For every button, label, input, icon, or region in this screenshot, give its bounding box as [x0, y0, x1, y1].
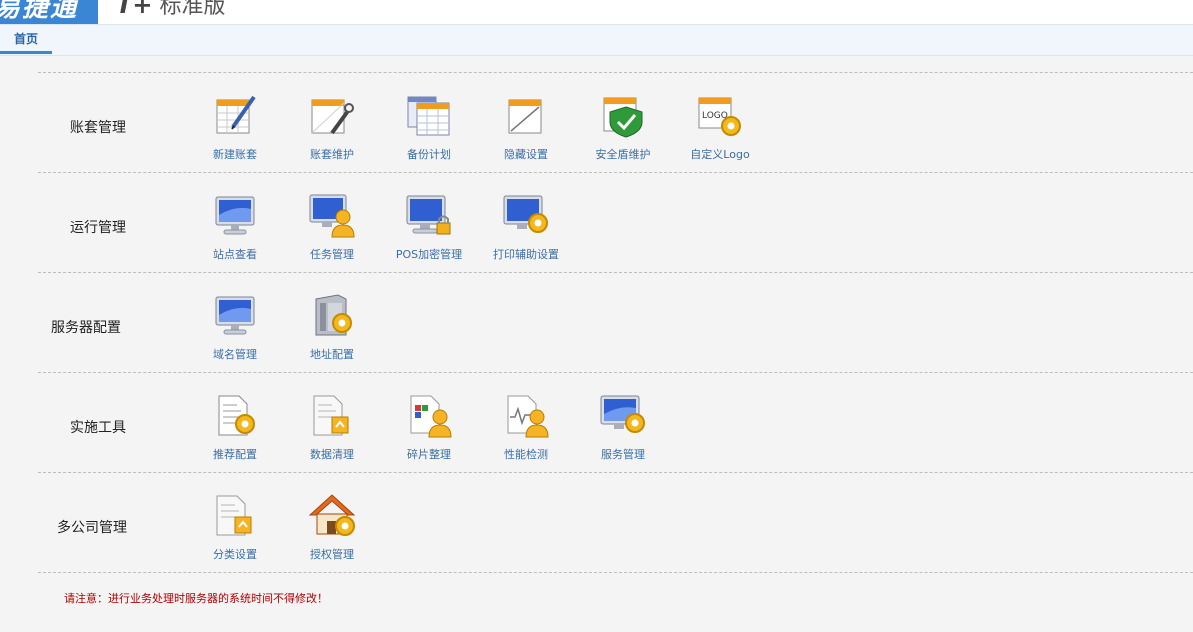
item-account-set-maintenance[interactable]: 账套维护	[285, 73, 375, 173]
item-label: 任务管理	[310, 248, 354, 261]
brand-logo: 易捷通	[0, 0, 98, 24]
item-security-shield[interactable]: 安全盾维护	[576, 73, 666, 173]
item-label: 打印辅助设置	[493, 248, 559, 261]
item-performance-check[interactable]: 性能检测	[479, 373, 569, 473]
brand-logo-text: 易捷通	[0, 0, 79, 23]
item-label: 分类设置	[213, 548, 257, 561]
pos-encryption-monitor-icon	[406, 195, 451, 235]
edition-name: 标准版	[159, 0, 226, 19]
item-task-management[interactable]: 任务管理	[285, 173, 375, 273]
item-category-settings[interactable]: 分类设置	[188, 473, 278, 573]
item-label: 地址配置	[310, 348, 354, 361]
section-server-configuration: 服务器配置 域名管理 地址配置	[38, 272, 1193, 373]
section-title: 运行管理	[70, 220, 126, 236]
defrag-user-icon	[410, 395, 452, 438]
main-panel: 账套管理 新建账套 账套维护 备份计划 隐藏设置 安全盾维护 LOGO 自定义L…	[38, 72, 1193, 632]
new-account-set-icon	[216, 95, 256, 134]
section-title: 账套管理	[70, 120, 126, 136]
tab-home[interactable]: 首页	[0, 33, 52, 54]
item-label: 自定义Logo	[690, 148, 750, 161]
task-monitor-user-icon	[309, 194, 355, 238]
section-title: 服务器配置	[51, 320, 121, 336]
item-site-view[interactable]: 站点查看	[188, 173, 278, 273]
item-service-management[interactable]: 服务管理	[576, 373, 666, 473]
hidden-settings-icon	[508, 99, 542, 134]
account-set-maintenance-icon	[311, 99, 354, 135]
section-account-set-management: 账套管理 新建账套 账套维护 备份计划 隐藏设置 安全盾维护 LOGO 自定义L…	[38, 72, 1193, 173]
item-new-account-set[interactable]: 新建账套	[188, 73, 278, 173]
item-domain-management[interactable]: 域名管理	[188, 273, 278, 373]
authorization-house-icon	[308, 494, 356, 536]
item-pos-encryption[interactable]: POS加密管理	[382, 173, 472, 273]
item-label: 备份计划	[407, 148, 451, 161]
backup-plan-icon	[407, 96, 450, 136]
app-header: 易捷通 T+ 标准版	[0, 0, 1193, 24]
section-multi-company-management: 多公司管理 分类设置 授权管理	[38, 472, 1193, 573]
section-implementation-tools: 实施工具 推荐配置 数据清理 碎片整理 性能检测 服务管理	[38, 372, 1193, 473]
item-label: 授权管理	[310, 548, 354, 561]
item-label: 推荐配置	[213, 448, 257, 461]
item-defragment[interactable]: 碎片整理	[382, 373, 472, 473]
item-print-assist[interactable]: 打印辅助设置	[479, 173, 569, 273]
data-document-icon	[313, 395, 349, 436]
item-label: 新建账套	[213, 148, 257, 161]
domain-monitor-icon	[215, 296, 255, 335]
print-assist-monitor-gear-icon	[503, 195, 548, 233]
item-label: 碎片整理	[407, 448, 451, 461]
item-label: 站点查看	[213, 248, 257, 261]
item-authorization-management[interactable]: 授权管理	[285, 473, 375, 573]
site-monitor-icon	[215, 196, 255, 235]
item-recommended-configuration[interactable]: 推荐配置	[188, 373, 278, 473]
item-backup-plan[interactable]: 备份计划	[382, 73, 472, 173]
item-data-cleanup[interactable]: 数据清理	[285, 373, 375, 473]
item-label: 账套维护	[310, 148, 354, 161]
edition-prefix: T+	[116, 0, 153, 19]
notice-text: 请注意：进行业务处理时服务器的系统时间不得修改！	[64, 592, 328, 605]
edition-title: T+ 标准版	[116, 0, 226, 20]
item-label: 安全盾维护	[595, 148, 651, 161]
item-address-configuration[interactable]: 地址配置	[285, 273, 375, 373]
notice-divider	[38, 572, 1193, 573]
item-hidden-settings[interactable]: 隐藏设置	[479, 73, 569, 173]
performance-user-icon	[507, 395, 549, 438]
item-custom-logo[interactable]: LOGO 自定义Logo	[673, 73, 763, 173]
security-shield-icon	[603, 97, 643, 138]
item-label: 数据清理	[310, 448, 354, 461]
item-label: 性能检测	[504, 448, 548, 461]
item-label: 域名管理	[213, 348, 257, 361]
tab-bar: 首页	[0, 24, 1193, 56]
item-label: 服务管理	[601, 448, 645, 461]
custom-logo-icon: LOGO	[698, 97, 741, 136]
section-title: 实施工具	[70, 420, 126, 436]
document-gear-icon	[218, 395, 255, 436]
server-gear-icon	[315, 294, 352, 336]
service-monitor-gear-icon	[600, 395, 645, 433]
item-label: POS加密管理	[395, 248, 463, 261]
item-label: 隐藏设置	[504, 148, 548, 161]
section-operation-management: 运行管理 站点查看 任务管理 POS加密管理 打印辅助设置	[38, 172, 1193, 273]
category-document-icon	[216, 495, 252, 536]
section-title: 多公司管理	[57, 520, 127, 536]
